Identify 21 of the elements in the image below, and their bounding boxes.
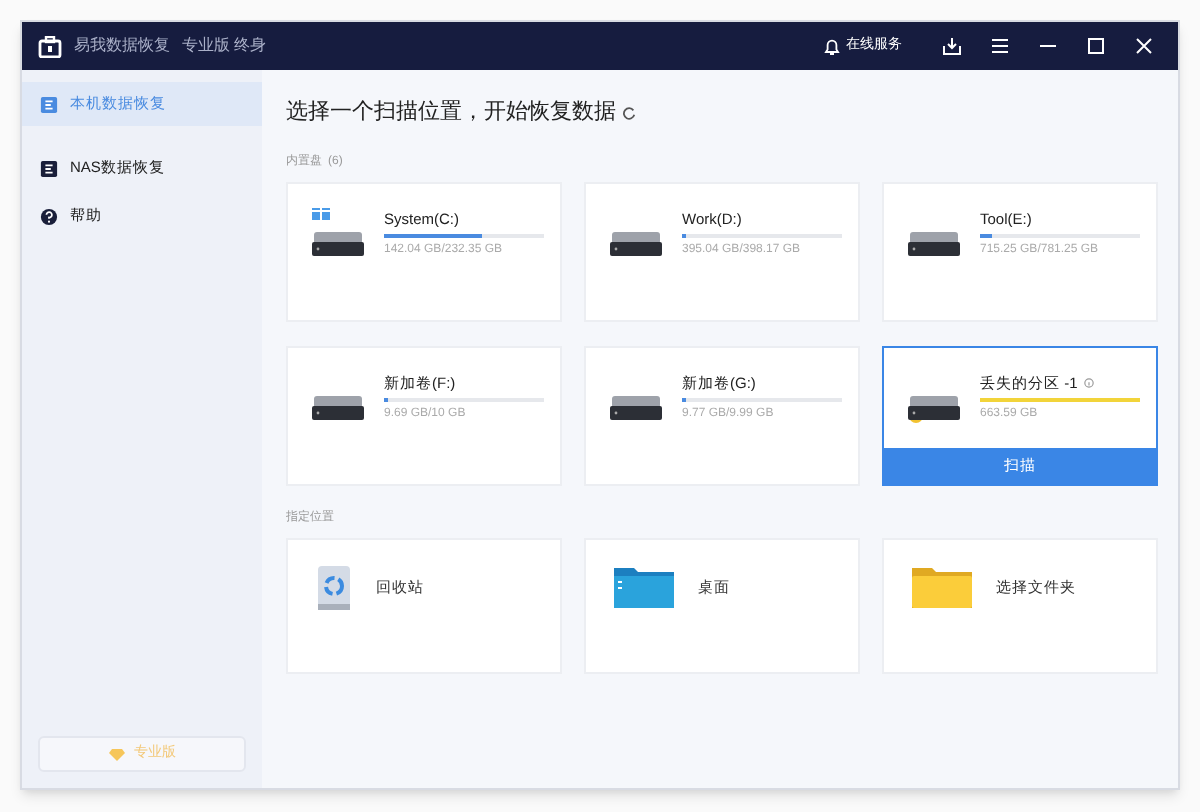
refresh-icon[interactable] <box>622 105 636 120</box>
hard-drive-icon <box>610 395 662 419</box>
lost-drive-icon <box>908 395 960 423</box>
diamond-icon <box>108 747 126 761</box>
close-icon[interactable] <box>1134 36 1154 56</box>
hard-drive-icon <box>312 395 364 419</box>
download-icon[interactable] <box>942 36 962 56</box>
folder-icon <box>912 563 972 607</box>
hard-drive-icon <box>908 231 960 255</box>
maximize-icon[interactable] <box>1086 36 1106 56</box>
folder-icon <box>614 563 674 607</box>
help-icon <box>40 207 58 225</box>
menu-icon[interactable] <box>990 36 1010 56</box>
recycle-bin-icon <box>316 563 352 611</box>
toolbox-icon <box>38 35 62 57</box>
page-heading: 选择一个扫描位置，开始恢复数据 <box>286 98 616 128</box>
bell-icon <box>824 37 840 55</box>
system-drive-icon <box>312 207 364 255</box>
edition-label: 专业版 终身 <box>182 34 267 58</box>
hard-drive-icon <box>610 231 662 255</box>
window-title: 易我数据恢复 <box>74 34 170 58</box>
